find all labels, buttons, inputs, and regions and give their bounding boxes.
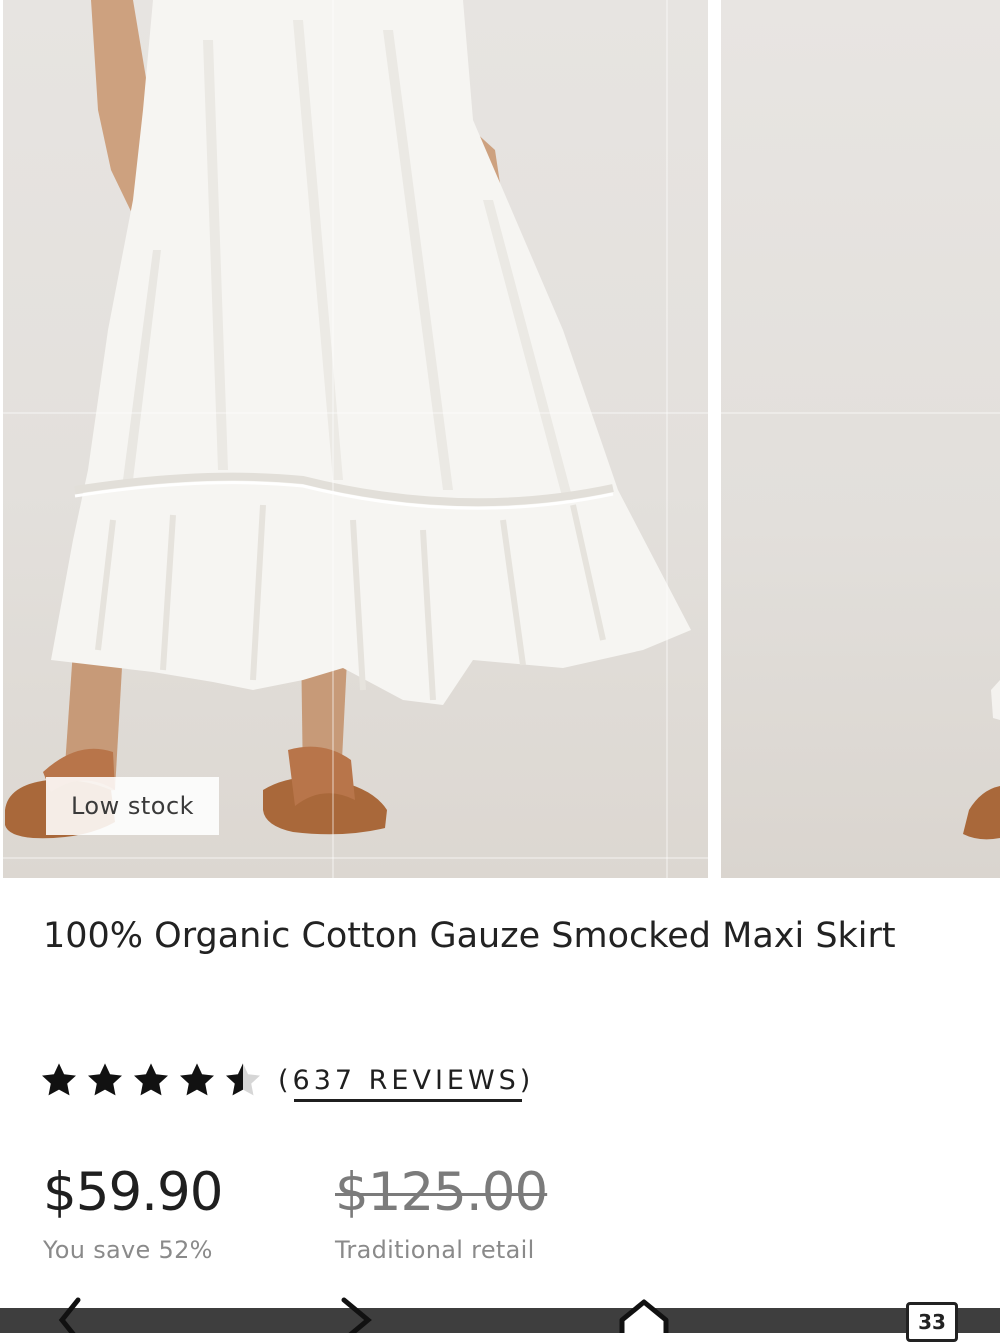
tabs-icon[interactable]: 33 [906,1302,958,1342]
star-icon [134,1063,168,1096]
reviews-underline [294,1098,523,1102]
savings-text: You save 52% [43,1236,213,1264]
star-half-icon [226,1063,260,1096]
low-stock-badge: Low stock [46,777,219,835]
original-price-label: Traditional retail [335,1236,535,1264]
sale-price: $59.90 [43,1162,223,1223]
star-icon [88,1063,122,1096]
original-price: $125.00 [335,1162,548,1223]
product-image-main[interactable]: Low stock [3,0,708,878]
star-icon [180,1063,214,1096]
toolbar-strip [0,1308,1000,1333]
product-image-next[interactable] [721,0,1000,878]
reviews-count-label: (637 REVIEWS) [278,1064,535,1096]
product-rating[interactable]: (637 REVIEWS) [38,1058,534,1102]
sale-price-block: $59.90 You save 52% [43,1158,223,1264]
back-arrow-icon[interactable] [48,1296,108,1333]
skirt-illustration [3,0,708,878]
browser-bottom-toolbar: 33 [0,1296,1000,1342]
home-icon[interactable] [614,1296,674,1333]
star-icon [42,1063,76,1096]
rating-stars [38,1059,264,1101]
original-price-block: $125.00 Traditional retail [335,1158,548,1264]
product-title: 100% Organic Cotton Gauze Smocked Maxi S… [43,916,896,956]
reviews-link[interactable]: (637 REVIEWS) [278,1064,535,1102]
next-image-preview [721,412,1000,840]
product-image-gallery[interactable]: Low stock [0,0,1000,878]
forward-arrow-icon[interactable] [322,1296,382,1333]
